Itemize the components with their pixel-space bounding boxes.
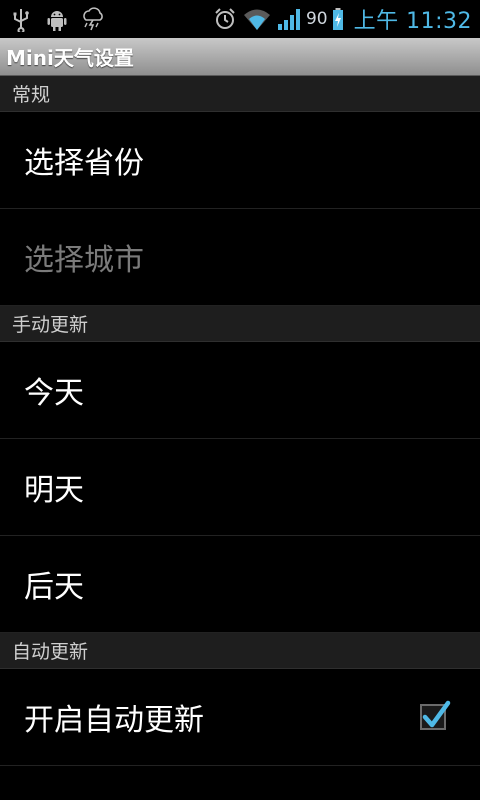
- section-header-general: 常规: [0, 76, 480, 112]
- auto-update-checkbox[interactable]: [420, 700, 451, 730]
- signal-icon: [276, 6, 302, 32]
- status-bar: 90 上午 11:32: [0, 0, 480, 38]
- status-bar-right: 90 上午 11:32: [212, 3, 472, 35]
- page-title: Mini天气设置: [6, 46, 134, 70]
- pref-update-day-after-tomorrow[interactable]: 后天: [0, 536, 480, 633]
- battery-charging-icon: [332, 6, 344, 32]
- pref-select-province[interactable]: 选择省份: [0, 112, 480, 209]
- battery-percent: 90: [305, 9, 328, 29]
- pref-select-city: 选择城市: [0, 209, 480, 306]
- pref-update-today[interactable]: 今天: [0, 342, 480, 439]
- status-clock: 上午 11:32: [353, 9, 472, 34]
- pref-select-city-label: 选择城市: [24, 243, 144, 278]
- checkmark-icon: [422, 700, 451, 728]
- wifi-icon: [242, 6, 272, 32]
- pref-enable-auto-update[interactable]: 开启自动更新: [0, 669, 480, 766]
- usb-icon: [8, 6, 34, 34]
- section-header-auto-update: 自动更新: [0, 633, 480, 669]
- pref-update-tomorrow[interactable]: 明天: [0, 439, 480, 536]
- title-bar: Mini天气设置: [0, 38, 480, 76]
- android-debug-icon: [44, 6, 70, 32]
- section-header-manual-update: 手动更新: [0, 306, 480, 342]
- pref-update-day-after-label: 后天: [24, 570, 84, 605]
- pref-enable-auto-update-label: 开启自动更新: [24, 703, 204, 738]
- weather-storm-icon: [80, 6, 106, 32]
- alarm-icon: [212, 6, 238, 32]
- pref-update-tomorrow-label: 明天: [24, 473, 84, 508]
- pref-select-province-label: 选择省份: [24, 146, 144, 181]
- status-bar-left: [8, 6, 106, 34]
- pref-update-today-label: 今天: [24, 376, 84, 411]
